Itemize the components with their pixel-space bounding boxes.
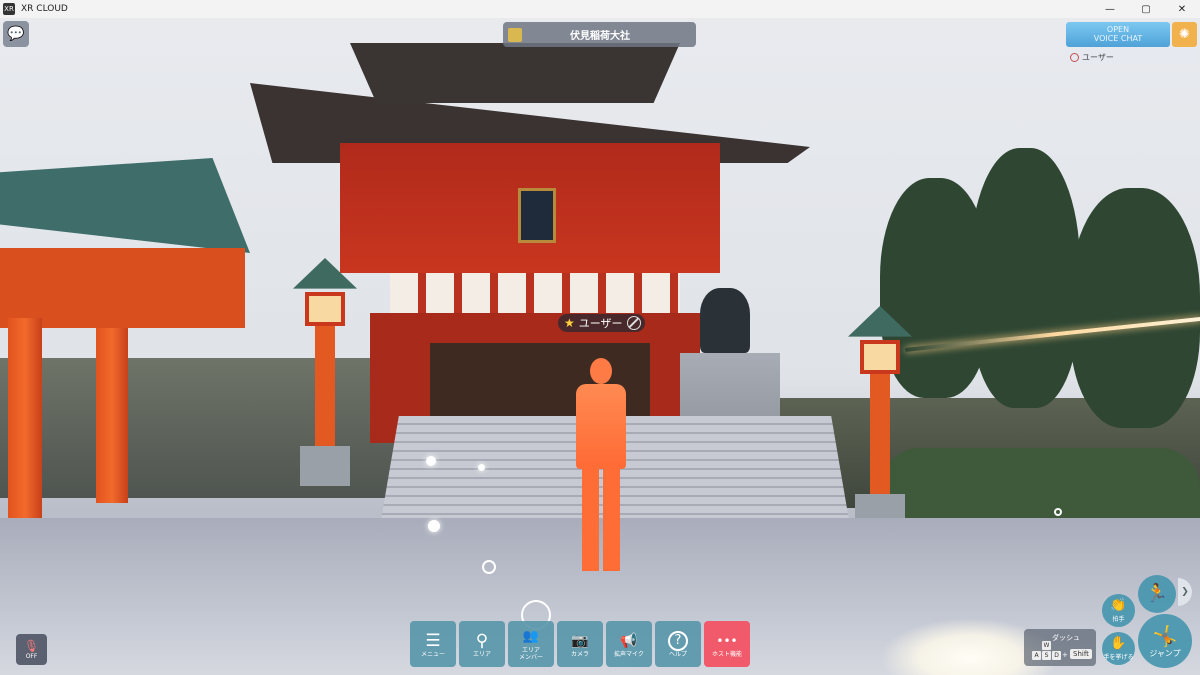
mute-icon — [626, 316, 641, 330]
gate-plaque — [518, 188, 556, 243]
player-avatar[interactable] — [570, 358, 630, 573]
raise-hand-label: 手を挙げる — [1103, 654, 1134, 661]
mic-off-icon: 🎙 — [23, 638, 40, 653]
voice-chat-line1: OPEN — [1106, 25, 1130, 34]
location-icon — [508, 27, 522, 42]
broadcast-icon: ✺ — [1179, 27, 1190, 42]
dash-label: ダッシュ — [1052, 634, 1080, 642]
more-icon: ••• — [716, 633, 738, 648]
mic-toggle-button[interactable]: 🎙 OFF — [16, 634, 47, 665]
menu-icon: ☰ — [425, 630, 441, 651]
area-button[interactable]: ⚲ エリア — [459, 621, 505, 667]
camera-label: カメラ — [570, 650, 589, 658]
lantern-right — [848, 306, 912, 534]
help-label: ヘルプ — [668, 650, 687, 658]
maximize-button[interactable]: ▢ — [1128, 0, 1164, 18]
sparkle — [428, 520, 440, 532]
raise-hand-icon: ✋ — [1110, 636, 1127, 651]
host-functions-label: ホスト機能 — [711, 650, 742, 658]
wasd-keys: A S D — [1032, 651, 1061, 660]
chat-icon: 💬 — [7, 26, 25, 42]
movement-key-hint: ダッシュ A S D W + Shift — [1024, 629, 1096, 666]
megaphone-icon: 📢 — [620, 632, 638, 649]
window-titlebar: XR XR CLOUD — ▢ ✕ — [0, 0, 1200, 18]
chevron-right-icon: ❯ — [1181, 587, 1189, 597]
sparkle-ring — [482, 560, 496, 574]
bottom-toolbar: ☰ メニュー ⚲ エリア 👥 エリア メンバー 📷 カメラ 📢 拡声マイク ? … — [410, 621, 750, 667]
sparkle — [478, 464, 485, 471]
app-icon: XR — [3, 3, 15, 15]
chat-button[interactable]: 💬 — [3, 21, 29, 47]
voice-chat-line2: VOICE CHAT — [1093, 34, 1143, 43]
open-voice-chat-button[interactable]: OPEN VOICE CHAT — [1066, 22, 1170, 47]
emote-pose-icon: 🏃 — [1145, 583, 1169, 604]
avatar-name-tag: ★ ユーザー — [558, 314, 645, 332]
side-shrine — [0, 158, 250, 518]
camera-button[interactable]: 📷 カメラ — [557, 621, 603, 667]
ban-icon — [1070, 52, 1079, 62]
sparkle-ring — [1054, 508, 1062, 516]
hedge — [880, 448, 1200, 518]
window-title: XR CLOUD — [21, 4, 68, 14]
host-functions-button[interactable]: ••• ホスト機能 — [704, 621, 750, 667]
camera-icon: 📷 — [571, 632, 589, 649]
location-name: 伏見稲荷大社 — [570, 31, 630, 42]
emote-button[interactable]: 🏃 — [1138, 575, 1176, 613]
user-mute-filter[interactable]: ユーザー — [1066, 50, 1197, 64]
voice-settings-button[interactable]: ✺ — [1172, 22, 1197, 47]
close-button[interactable]: ✕ — [1164, 0, 1200, 18]
help-icon: ? — [668, 630, 688, 651]
menu-label: メニュー — [420, 650, 445, 658]
user-filter-label: ユーザー — [1082, 52, 1114, 62]
loudspeaker-mic-button[interactable]: 📢 拡声マイク — [606, 621, 652, 667]
area-members-label: エリア メンバー — [518, 647, 543, 661]
plus-sign: + — [1062, 651, 1068, 659]
raise-hand-button[interactable]: ✋ 手を挙げる — [1102, 632, 1135, 665]
members-icon: 👥 — [522, 629, 540, 644]
avatar-name: ユーザー — [578, 317, 623, 330]
key-s: S — [1042, 651, 1051, 660]
lantern-left — [293, 258, 357, 486]
clap-label: 拍手 — [1112, 616, 1125, 623]
help-button[interactable]: ? ヘルプ — [655, 621, 701, 667]
star-icon: ★ — [564, 316, 575, 330]
clap-icon: 👏 — [1110, 598, 1127, 613]
key-a: A — [1032, 651, 1041, 660]
shift-key: Shift — [1070, 649, 1092, 659]
sparkle — [426, 456, 436, 466]
area-label: エリア — [472, 650, 491, 658]
area-members-button[interactable]: 👥 エリア メンバー — [508, 621, 554, 667]
jump-button[interactable]: 🤸 ジャンプ — [1138, 614, 1192, 668]
window-controls: — ▢ ✕ — [1092, 0, 1200, 18]
minimize-button[interactable]: — — [1092, 0, 1128, 18]
location-bar[interactable]: 伏見稲荷大社 — [503, 22, 696, 47]
fox-statue — [700, 288, 750, 353]
mic-state-label: OFF — [25, 652, 38, 660]
map-pin-icon: ⚲ — [475, 630, 489, 651]
loudspeaker-mic-label: 拡声マイク — [614, 650, 644, 658]
key-d: D — [1052, 651, 1061, 660]
key-w: W — [1042, 641, 1051, 650]
clap-button[interactable]: 👏 拍手 — [1102, 594, 1135, 627]
virtual-world-viewport[interactable]: ★ ユーザー — [0, 18, 1200, 675]
pine-trees — [870, 148, 1200, 478]
menu-button[interactable]: ☰ メニュー — [410, 621, 456, 667]
jump-icon: 🤸 — [1152, 623, 1178, 648]
jump-label: ジャンプ — [1149, 648, 1181, 658]
